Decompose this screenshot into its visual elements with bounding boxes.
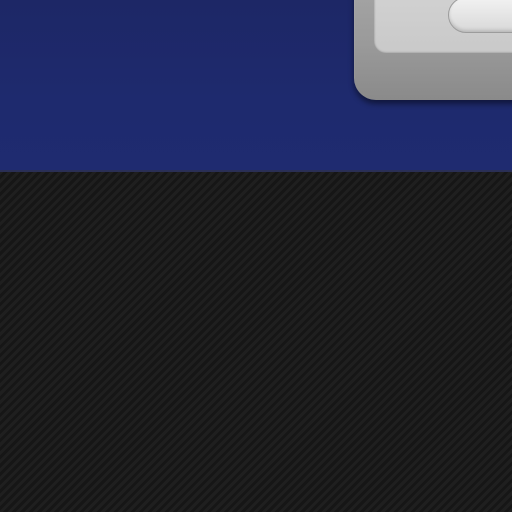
device-pill-button[interactable]: S xyxy=(448,0,512,33)
app-screen: S xyxy=(0,0,512,512)
device-screen: S xyxy=(374,0,512,53)
device-frame: S xyxy=(354,0,512,100)
carbon-fiber-background xyxy=(0,172,512,512)
